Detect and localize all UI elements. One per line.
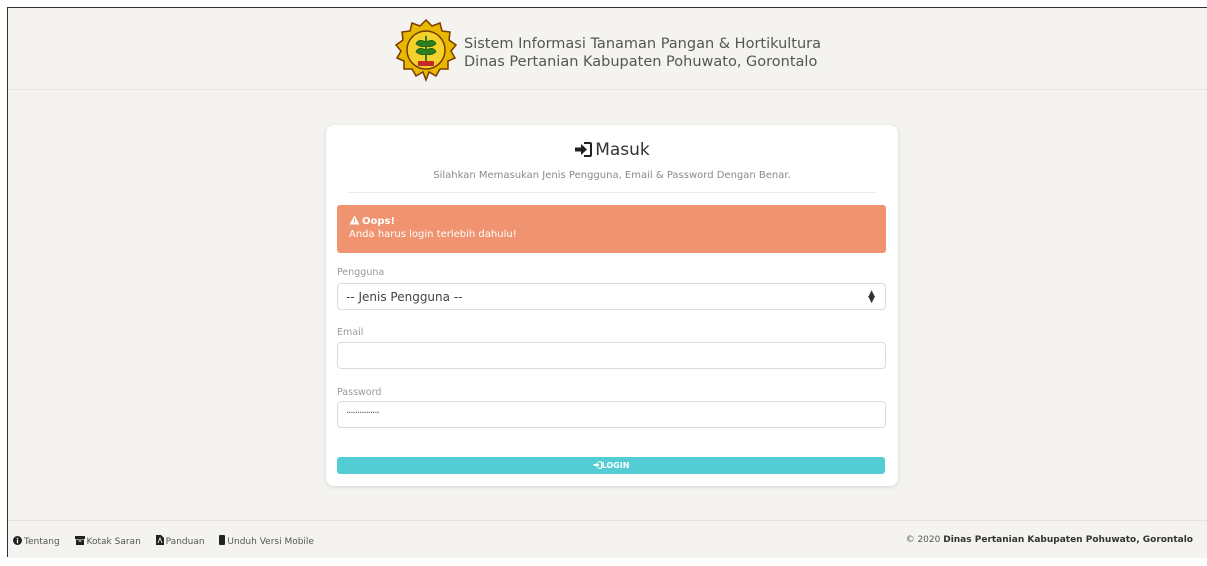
archive-box-icon — [74, 536, 85, 545]
footer-link-tentang[interactable]: Tentang — [13, 536, 63, 547]
copyright-year: 2020 — [917, 535, 941, 545]
alert-message: Anda harus login terlebih dahulu! — [349, 229, 517, 240]
sign-in-icon — [593, 461, 602, 469]
select-caret-icon: ▲ ▼ — [868, 289, 875, 305]
login-card: Masuk Silahkan Memasukan Jenis Pengguna,… — [326, 125, 898, 486]
card-title-text: Masuk — [595, 140, 650, 160]
header: Sistem Informasi Tanaman Pangan & Hortik… — [8, 8, 1207, 90]
footer-link-panduan[interactable]: Panduan — [155, 535, 208, 547]
copyright-icon: © — [905, 535, 915, 545]
copyright: © 2020 Dinas Pertanian Kabupaten Pohuwat… — [906, 535, 1193, 545]
sign-in-icon — [575, 142, 593, 157]
footer: Tentang Kotak Saran Panduan Unduh Versi … — [8, 520, 1207, 558]
header-line-2: Dinas Pertanian Kabupaten Pohuwato, Goro… — [464, 54, 818, 70]
card-subtitle: Silahkan Memasukan Jenis Pengguna, Email… — [433, 170, 791, 181]
mobile-phone-icon — [219, 535, 226, 545]
footer-link-label: Unduh Versi Mobile — [227, 537, 314, 547]
login-button[interactable]: LOGIN — [337, 457, 885, 474]
footer-link-label: Kotak Saran — [86, 537, 141, 547]
card-title: Masuk — [326, 140, 898, 160]
error-alert: Oops! Anda harus login terlebih dahulu! — [337, 205, 886, 253]
alert-title: Oops! — [362, 216, 396, 227]
footer-link-label: Panduan — [165, 537, 205, 547]
footer-link-unduh-mobile[interactable]: Unduh Versi Mobile — [219, 535, 314, 547]
password-field[interactable]: ··············· — [337, 401, 886, 428]
user-type-label: Pengguna — [337, 267, 385, 278]
user-type-select[interactable]: -- Jenis Pengguna -- ▲ ▼ — [337, 283, 886, 310]
pdf-file-icon — [155, 535, 164, 545]
divider — [348, 192, 876, 193]
footer-link-label: Tentang — [24, 537, 60, 547]
copyright-org: Dinas Pertanian Kabupaten Pohuwato, Goro… — [943, 535, 1193, 545]
header-line-1: Sistem Informasi Tanaman Pangan & Hortik… — [464, 36, 822, 52]
logo-seal-icon — [394, 18, 458, 82]
email-label: Email — [337, 327, 364, 338]
header-title: Sistem Informasi Tanaman Pangan & Hortik… — [464, 35, 821, 71]
info-icon — [13, 536, 22, 545]
email-field[interactable] — [337, 342, 886, 369]
footer-links: Tentang Kotak Saran Panduan Unduh Versi … — [13, 535, 326, 547]
password-label: Password — [337, 387, 382, 398]
login-button-label: LOGIN — [601, 461, 630, 470]
warning-icon — [349, 215, 360, 225]
page-frame: Sistem Informasi Tanaman Pangan & Hortik… — [7, 7, 1207, 558]
footer-link-kotak-saran[interactable]: Kotak Saran — [74, 536, 144, 547]
user-type-select-value: -- Jenis Pengguna -- — [346, 290, 463, 304]
